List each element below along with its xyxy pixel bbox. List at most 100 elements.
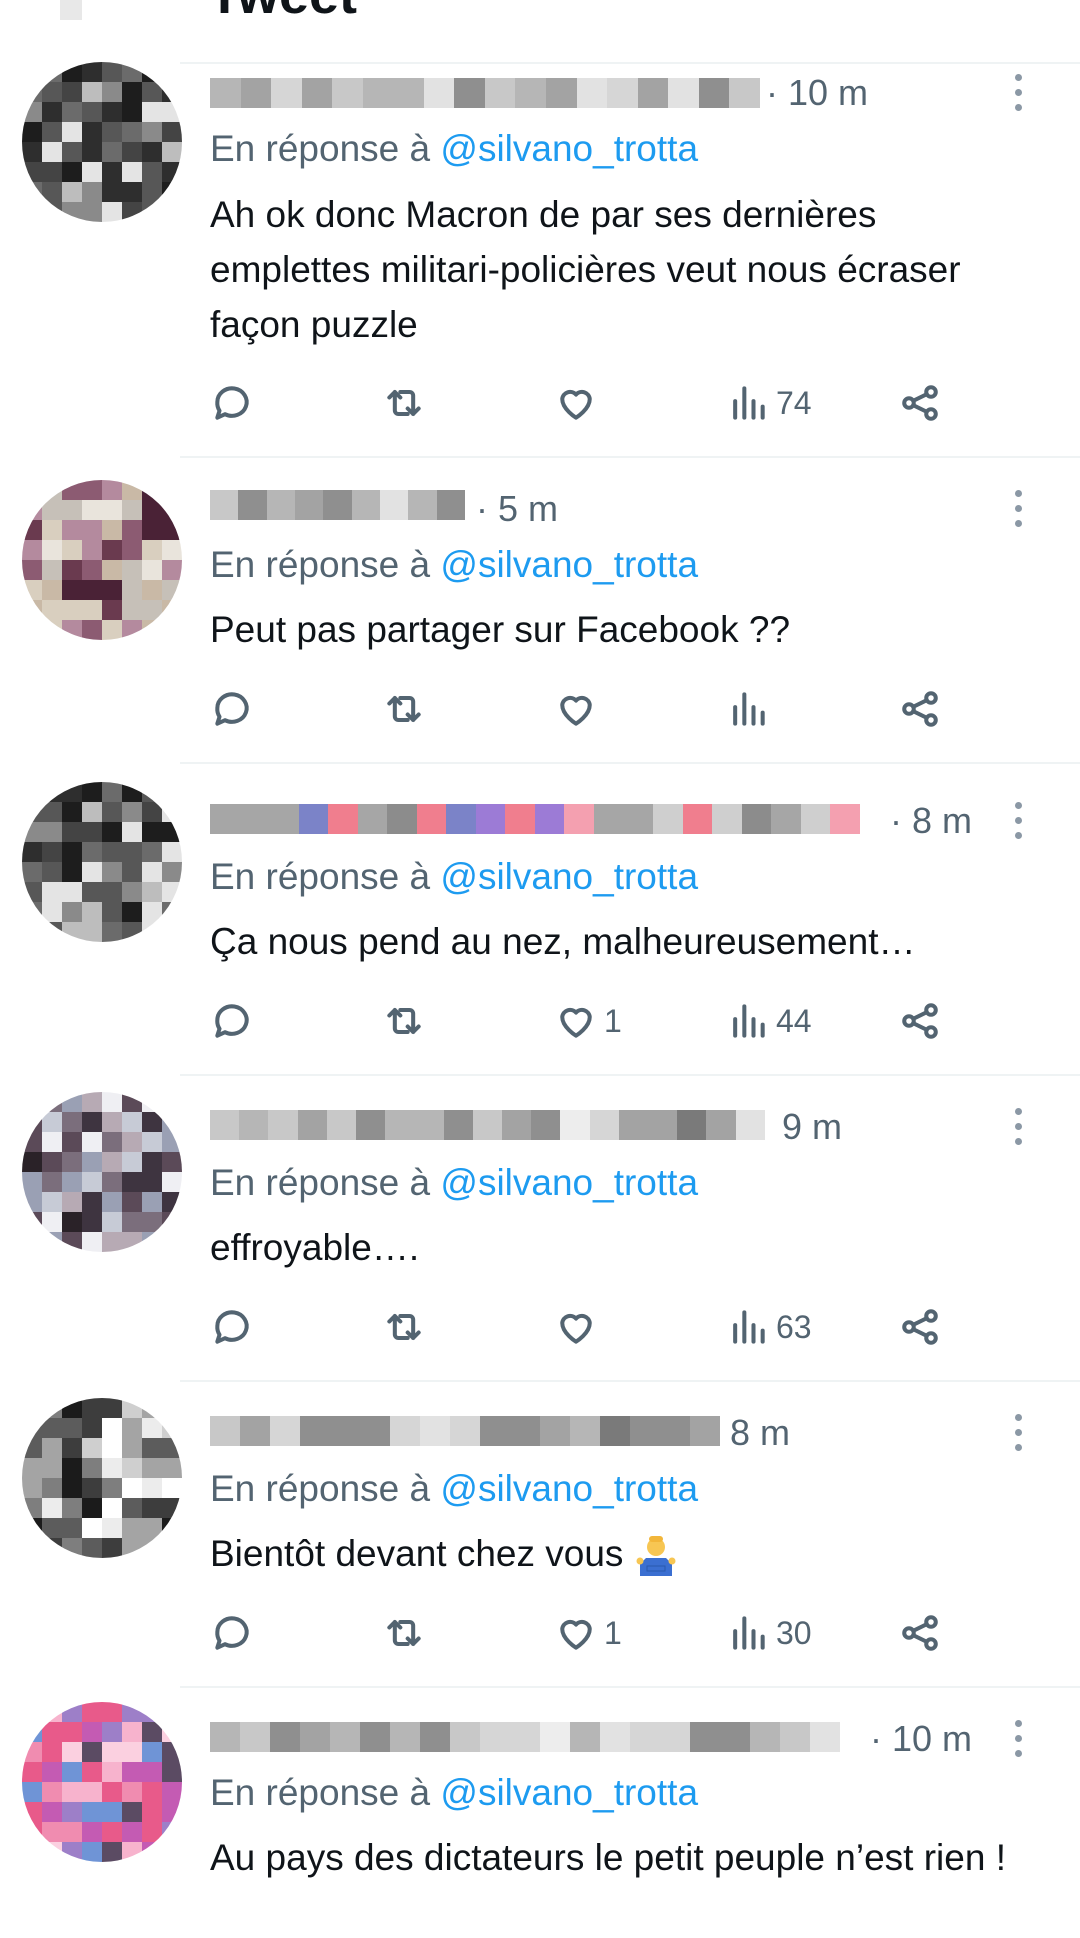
retweet-icon [387, 1313, 421, 1341]
avatar[interactable] [22, 1702, 182, 1862]
divider [180, 1380, 1080, 1382]
views-button[interactable]: 44 [726, 996, 812, 1046]
reply-button[interactable] [210, 996, 254, 1046]
author-name-blurred[interactable] [210, 78, 760, 108]
retweet-button[interactable] [382, 378, 426, 428]
tweet-time: · 10 m [870, 1718, 973, 1759]
tweet-text: Ah ok donc Macron de par ses dernières e… [210, 194, 961, 345]
page-title: Tweet [208, 0, 357, 26]
shrug-emoji [636, 1536, 676, 1577]
handle-link[interactable]: @silvano_trotta [440, 1468, 698, 1509]
like-button[interactable]: 1 [554, 1608, 622, 1658]
more-icon[interactable] [1012, 1414, 1024, 1454]
author-name-blurred[interactable] [210, 490, 465, 520]
tweet-time: · 5 m [476, 488, 559, 529]
share-icon [902, 691, 938, 727]
like-button[interactable]: 1 [554, 996, 622, 1046]
views-count: 30 [776, 1614, 812, 1651]
reply-icon [215, 692, 249, 726]
reply-context: En réponse à @silvano_trotta [210, 1772, 699, 1813]
retweet-button[interactable] [382, 1302, 426, 1352]
like-icon [560, 1313, 592, 1344]
like-icon [560, 1619, 592, 1650]
reply-icon [215, 1616, 249, 1650]
avatar[interactable] [22, 1092, 182, 1252]
handle-link[interactable]: @silvano_trotta [440, 544, 698, 585]
more-icon[interactable] [1012, 1720, 1024, 1760]
handle-link[interactable]: @silvano_trotta [440, 128, 698, 169]
tweet-text: effroyable…. [210, 1227, 420, 1268]
like-button[interactable] [554, 684, 598, 734]
reply-icon [215, 1004, 249, 1038]
like-count: 1 [604, 1614, 622, 1651]
retweet-icon [387, 1007, 421, 1035]
views-icon [733, 386, 765, 420]
reply-context: En réponse à @silvano_trotta [210, 1162, 699, 1203]
share-icon [902, 385, 938, 421]
views-icon [733, 1310, 765, 1344]
avatar[interactable] [22, 480, 182, 640]
share-button[interactable] [898, 684, 942, 734]
avatar[interactable] [22, 62, 182, 222]
action-bar: 1 30 [210, 1608, 970, 1658]
reply-button[interactable] [210, 1302, 254, 1352]
tweet-time: · 8 m [890, 800, 973, 841]
tweet-text: Bientôt devant chez vous [210, 1526, 1030, 1581]
author-name-blurred[interactable] [210, 804, 860, 834]
reply-button[interactable] [210, 684, 254, 734]
like-icon [560, 389, 592, 420]
views-count: 44 [776, 1002, 812, 1039]
like-button[interactable] [554, 378, 598, 428]
like-icon [560, 1007, 592, 1038]
divider [180, 456, 1080, 458]
reply-context: En réponse à @silvano_trotta [210, 1468, 699, 1509]
retweet-button[interactable] [382, 996, 426, 1046]
more-icon[interactable] [1012, 1108, 1024, 1148]
divider [180, 762, 1080, 764]
views-button[interactable]: 63 [726, 1302, 812, 1352]
action-bar [210, 684, 970, 734]
reply-context: En réponse à @silvano_trotta [210, 544, 699, 585]
views-button[interactable]: 74 [726, 378, 812, 428]
action-bar: 74 [210, 378, 970, 428]
tweet-time: · 10 m [766, 72, 869, 113]
retweet-button[interactable] [382, 1608, 426, 1658]
avatar[interactable] [22, 782, 182, 942]
more-icon[interactable] [1012, 490, 1024, 530]
views-count: 63 [776, 1308, 812, 1345]
more-icon[interactable] [1012, 802, 1024, 842]
share-button[interactable] [898, 1302, 942, 1352]
handle-link[interactable]: @silvano_trotta [440, 856, 698, 897]
avatar[interactable] [22, 1398, 182, 1558]
share-icon [902, 1003, 938, 1039]
handle-link[interactable]: @silvano_trotta [440, 1772, 698, 1813]
tweet-time: 9 m [782, 1106, 843, 1147]
share-button[interactable] [898, 996, 942, 1046]
author-name-blurred[interactable] [210, 1722, 840, 1752]
share-button[interactable] [898, 378, 942, 428]
like-button[interactable] [554, 1302, 598, 1352]
views-button[interactable]: 30 [726, 1608, 812, 1658]
back-button[interactable] [60, 0, 82, 20]
views-count: 74 [776, 384, 812, 421]
reply-context: En réponse à @silvano_trotta [210, 128, 699, 169]
tweet-text: Au pays des dictateurs le petit peuple n… [210, 1837, 1006, 1878]
retweet-icon [387, 695, 421, 723]
handle-link[interactable]: @silvano_trotta [440, 1162, 698, 1203]
top-header: Tweet [0, 0, 1080, 60]
divider [180, 1074, 1080, 1076]
reply-button[interactable] [210, 378, 254, 428]
reply-button[interactable] [210, 1608, 254, 1658]
views-button[interactable] [726, 684, 770, 734]
author-name-blurred[interactable] [210, 1110, 765, 1140]
views-icon [733, 1616, 765, 1650]
action-bar: 1 44 [210, 996, 970, 1046]
tweet-time: 8 m [730, 1412, 791, 1453]
retweet-icon [387, 1619, 421, 1647]
retweet-button[interactable] [382, 684, 426, 734]
author-name-blurred[interactable] [210, 1416, 720, 1446]
views-icon [733, 1004, 765, 1038]
more-icon[interactable] [1012, 74, 1024, 114]
share-button[interactable] [898, 1608, 942, 1658]
reply-icon [215, 386, 249, 420]
